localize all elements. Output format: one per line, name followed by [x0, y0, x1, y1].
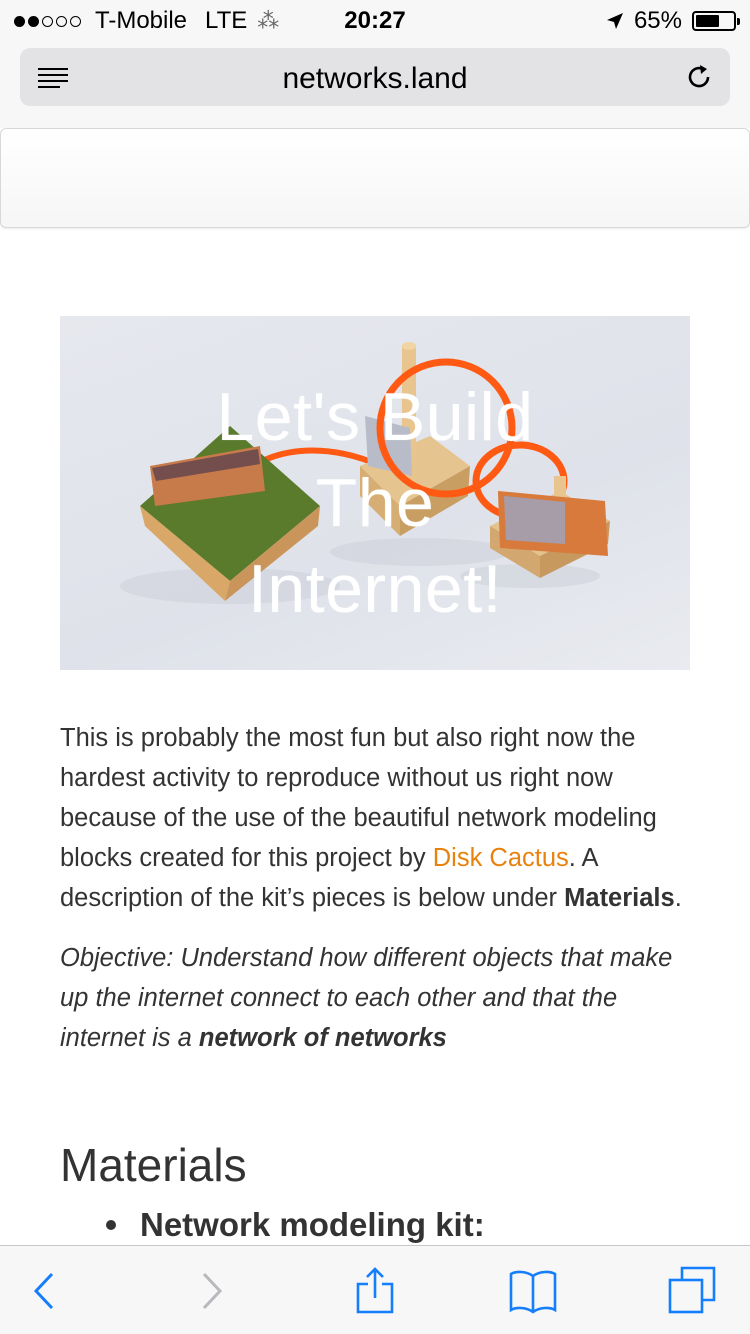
bottom-toolbar — [0, 1245, 750, 1334]
back-chevron-icon[interactable] — [20, 1266, 70, 1316]
hero-title-line: The — [315, 465, 435, 541]
battery-percent: 65% — [633, 7, 682, 34]
location-arrow-icon — [606, 13, 623, 29]
objective-bold: network of networks — [198, 1024, 447, 1052]
battery-icon — [692, 11, 740, 31]
status-right: 65% — [606, 7, 740, 35]
address-bar[interactable]: networks.land — [20, 48, 730, 106]
intro-paragraph: This is probably the most fun but also r… — [60, 718, 690, 918]
status-bar: T-Mobile LTE ⁂ 20:27 65% — [0, 0, 750, 40]
hero-image: Let's Build The Internet! — [60, 316, 690, 670]
intro-end: . — [674, 884, 682, 912]
materials-heading: Materials — [60, 1139, 247, 1191]
objective-paragraph: Objective: Understand how different obje… — [60, 938, 690, 1058]
browser-nav-area: networks.land — [0, 40, 750, 128]
share-icon[interactable] — [350, 1266, 400, 1316]
hero-title-line: Let's Build — [216, 379, 534, 455]
battery-fill — [696, 15, 720, 27]
page-header-bar — [0, 128, 750, 228]
forward-chevron-icon[interactable] — [186, 1266, 236, 1316]
url-text[interactable]: networks.land — [20, 62, 730, 96]
reload-icon[interactable] — [684, 62, 714, 92]
tabs-icon[interactable] — [668, 1266, 718, 1316]
bookmarks-icon[interactable] — [508, 1266, 558, 1316]
materials-item-label: Network modeling kit: — [140, 1206, 485, 1243]
materials-list-item: Network modeling kit: — [106, 1206, 485, 1244]
materials-bold: Materials — [564, 884, 675, 912]
disk-cactus-link[interactable]: Disk Cactus — [433, 844, 569, 872]
hero-title-line: Internet! — [248, 551, 502, 627]
article-body: This is probably the most fun but also r… — [60, 718, 690, 1078]
hero-title: Let's Build The Internet! — [60, 374, 690, 632]
bullet-icon — [106, 1220, 116, 1230]
